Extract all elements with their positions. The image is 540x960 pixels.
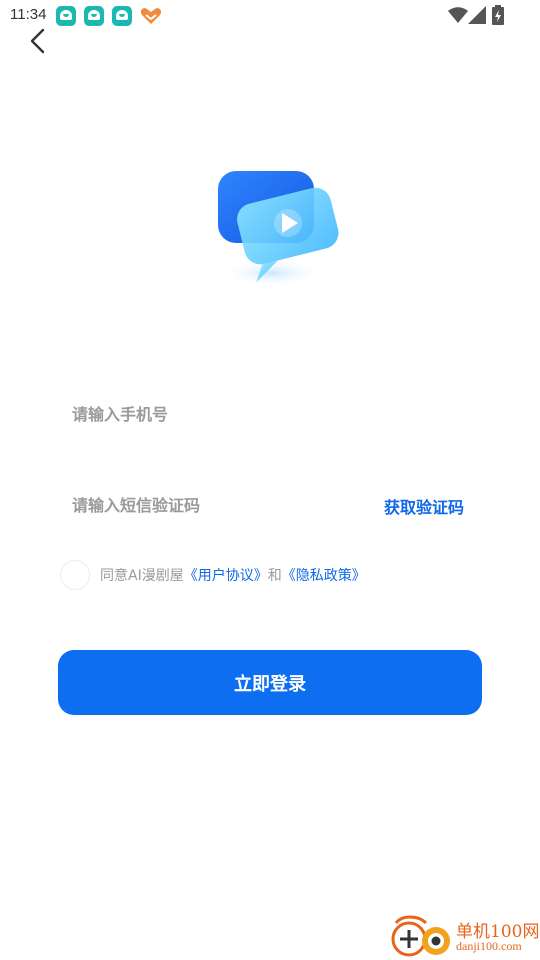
watermark: 单机100网 danji100.com	[388, 915, 539, 957]
user-agreement-link[interactable]: 《用户协议》	[184, 565, 268, 585]
video-play-logo-icon	[218, 171, 339, 287]
cellular-signal-icon	[468, 6, 486, 24]
login-button[interactable]: 立即登录	[58, 650, 482, 715]
agreement-row: 同意AI漫剧屋 《用户协议》 和 《隐私政策》	[60, 560, 366, 590]
agreement-prefix-text: 同意AI漫剧屋	[100, 568, 184, 584]
privacy-policy-link[interactable]: 《隐私政策》	[282, 565, 366, 585]
sms-code-input[interactable]	[72, 494, 352, 516]
app-notification-icon	[56, 6, 76, 26]
phone-number-input[interactable]	[72, 403, 392, 425]
agreement-checkbox[interactable]	[60, 560, 90, 590]
watermark-domain: danji100.com	[456, 939, 522, 953]
agreement-conjunction-text: 和	[267, 568, 282, 584]
get-verification-code-button[interactable]: 获取验证码	[384, 494, 464, 518]
app-notification-icon	[84, 6, 104, 26]
heart-app-icon	[140, 8, 162, 24]
watermark-logo-icon	[391, 915, 450, 957]
battery-charging-icon	[492, 5, 504, 25]
status-time: 11:34	[10, 6, 47, 23]
status-bar: 11:34	[0, 0, 540, 32]
app-notification-icon	[112, 6, 132, 26]
wifi-icon	[448, 7, 468, 23]
back-chevron-left-icon[interactable]	[24, 26, 54, 56]
